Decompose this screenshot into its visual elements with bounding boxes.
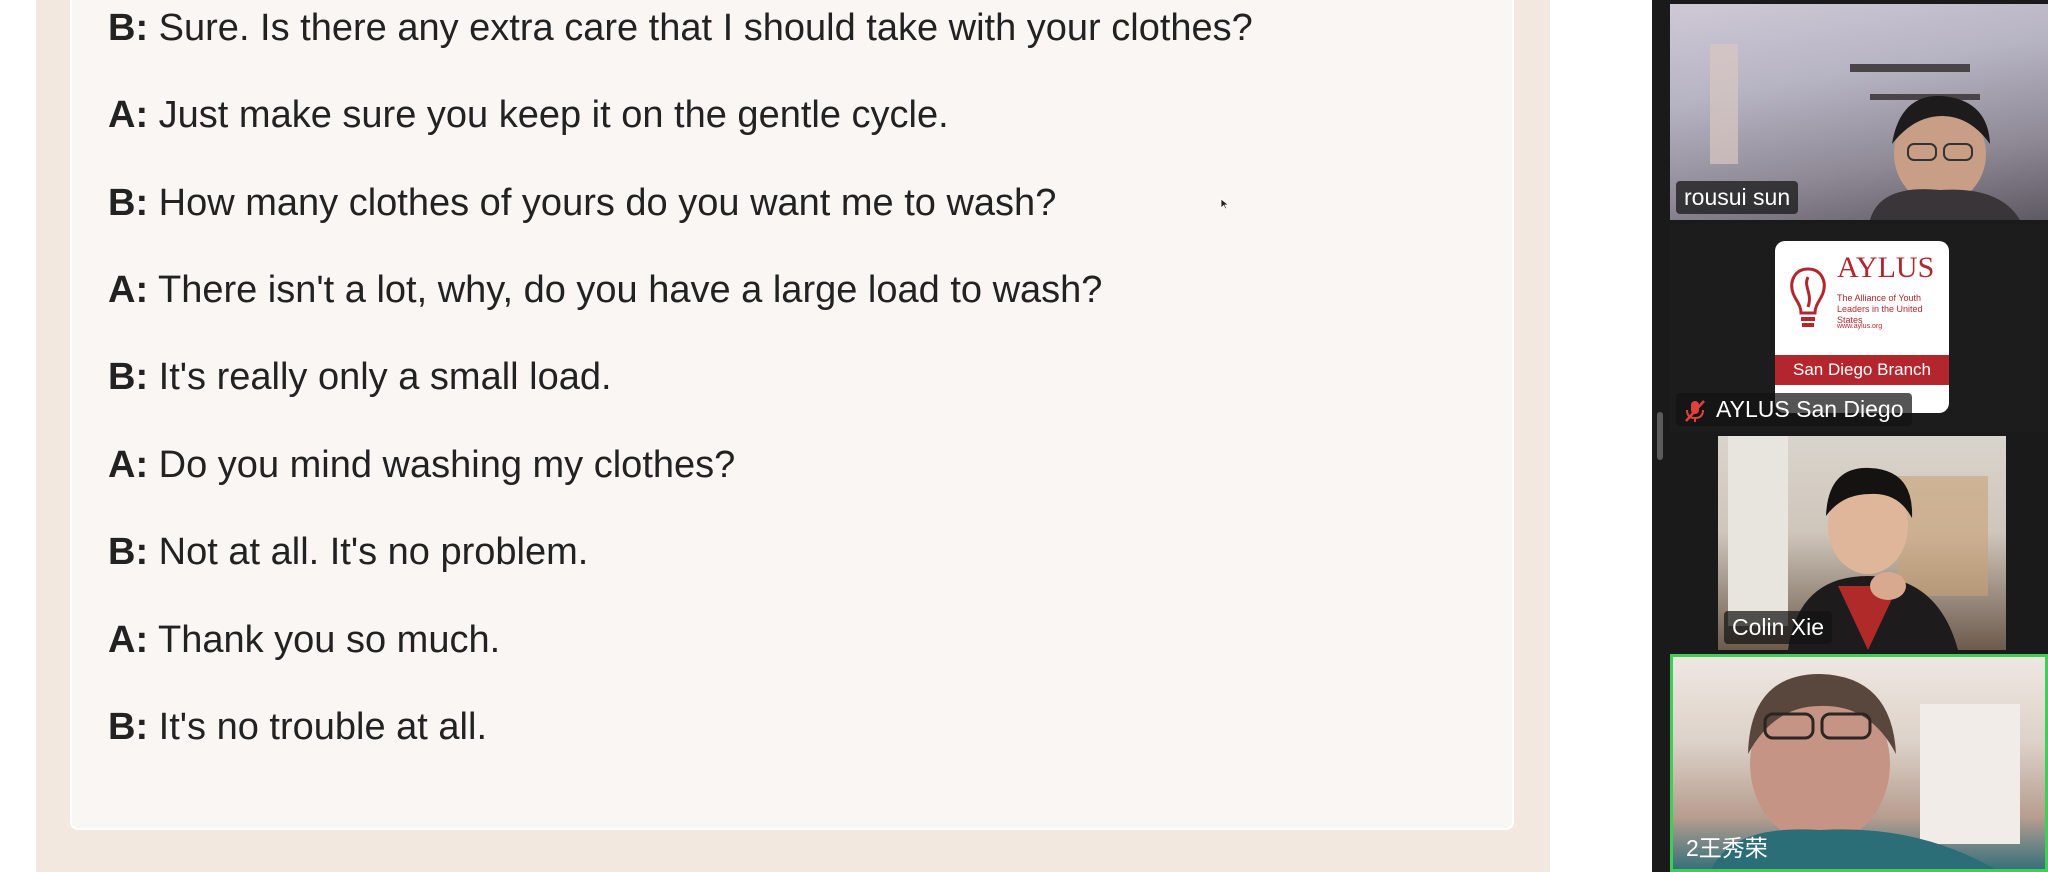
dialogue-line: A: There isn't a lot, why, do you have a… (108, 268, 1102, 312)
dialogue-text: Not at all. It's no problem. (158, 531, 589, 573)
dialogue-line: A: Just make sure you keep it on the gen… (108, 93, 949, 137)
logo-name: AYLUS (1837, 251, 1935, 284)
logo-tagline: The Alliance of Youth Leaders in the Uni… (1837, 293, 1923, 325)
logo-branch: San Diego Branch (1775, 355, 1949, 385)
dialogue-line: A: Do you mind washing my clothes? (108, 443, 735, 487)
dialogue-line: B: Not at all. It's no problem. (108, 530, 588, 574)
dialogue-line: B: How many clothes of yours do you want… (108, 181, 1056, 225)
participant-name-row: AYLUS San Diego (1676, 393, 1912, 426)
dialogue-line: B: It's no trouble at all. (108, 705, 487, 749)
participant-tile-active-speaker[interactable]: 2王秀荣 (1670, 654, 2048, 872)
lightbulb-icon (1790, 267, 1826, 327)
muted-mic-icon (1685, 400, 1705, 422)
dialogue-line: B: It's really only a small load. (108, 355, 612, 399)
dialogue-text: It's no trouble at all. (158, 706, 487, 748)
dialogue-text: There isn't a lot, why, do you have a la… (157, 269, 1103, 311)
logo-url: www.aylus.org (1837, 323, 1883, 330)
speaker-label: B: (108, 706, 149, 748)
participant-tile-aylus-san-diego[interactable]: AYLUS The Alliance of Youth Leaders in t… (1670, 224, 2048, 432)
dialogue-text: Thank you so much. (157, 619, 501, 661)
speaker-label: A: (108, 444, 149, 486)
speaker-label: B: (108, 531, 149, 573)
participant-name: 2王秀荣 (1686, 835, 1768, 861)
dialogue-text: Just make sure you keep it on the gentle… (158, 94, 949, 136)
dialogue-text: How many clothes of yours do you want me… (158, 182, 1057, 224)
dialogue-line: B: Sure. Is there any extra care that I … (108, 6, 1253, 50)
speaker-label: B: (108, 7, 149, 49)
speaker-label: A: (108, 269, 149, 311)
speaker-label: B: (108, 356, 149, 398)
dialogue-text: Sure. Is there any extra care that I sho… (158, 7, 1253, 49)
aylus-logo: AYLUS The Alliance of Youth Leaders in t… (1775, 241, 1949, 413)
panel-scrollbar[interactable] (1657, 412, 1663, 460)
participant-name: rousui sun (1676, 181, 1799, 214)
speaker-label: A: (108, 619, 149, 661)
dialogue-text: Do you mind washing my clothes? (158, 444, 736, 486)
mouse-cursor-icon (1220, 198, 1230, 210)
participant-tile-rousui-sun[interactable]: rousui sun (1670, 4, 2048, 220)
participant-name: Colin Xie (1724, 611, 1833, 644)
dialogue-text: It's really only a small load. (158, 356, 612, 398)
participant-name: AYLUS San Diego (1716, 396, 1904, 422)
speaker-label: A: (108, 94, 149, 136)
participant-tile-colin-xie[interactable]: Colin Xie (1718, 436, 2006, 650)
speaker-label: B: (108, 182, 149, 224)
dialogue-line: A: Thank you so much. (108, 618, 500, 662)
